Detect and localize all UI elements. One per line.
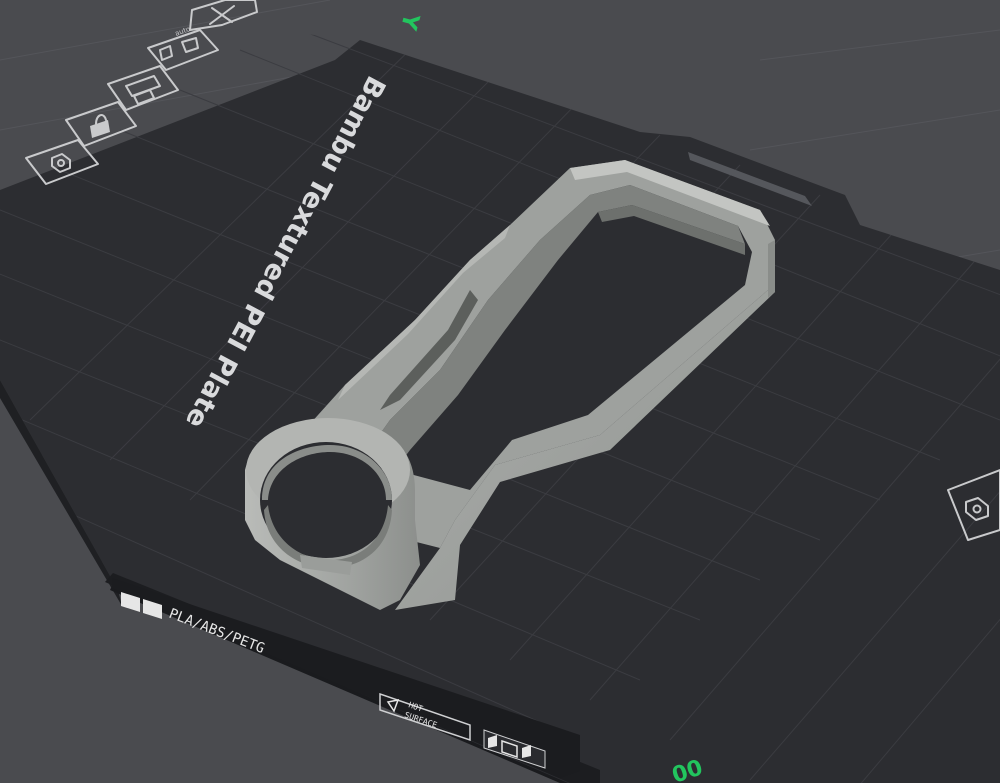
plate-close-button[interactable]: [189, 0, 258, 31]
3d-viewport[interactable]: Bambu Textured PEI Plate PLA/ABS/PETG HO…: [0, 0, 1000, 783]
y-axis-label: Y: [395, 9, 424, 33]
auto-arrange-button[interactable]: auto: [147, 25, 219, 71]
lock-icon: [90, 120, 110, 138]
close-icon: [209, 5, 235, 25]
